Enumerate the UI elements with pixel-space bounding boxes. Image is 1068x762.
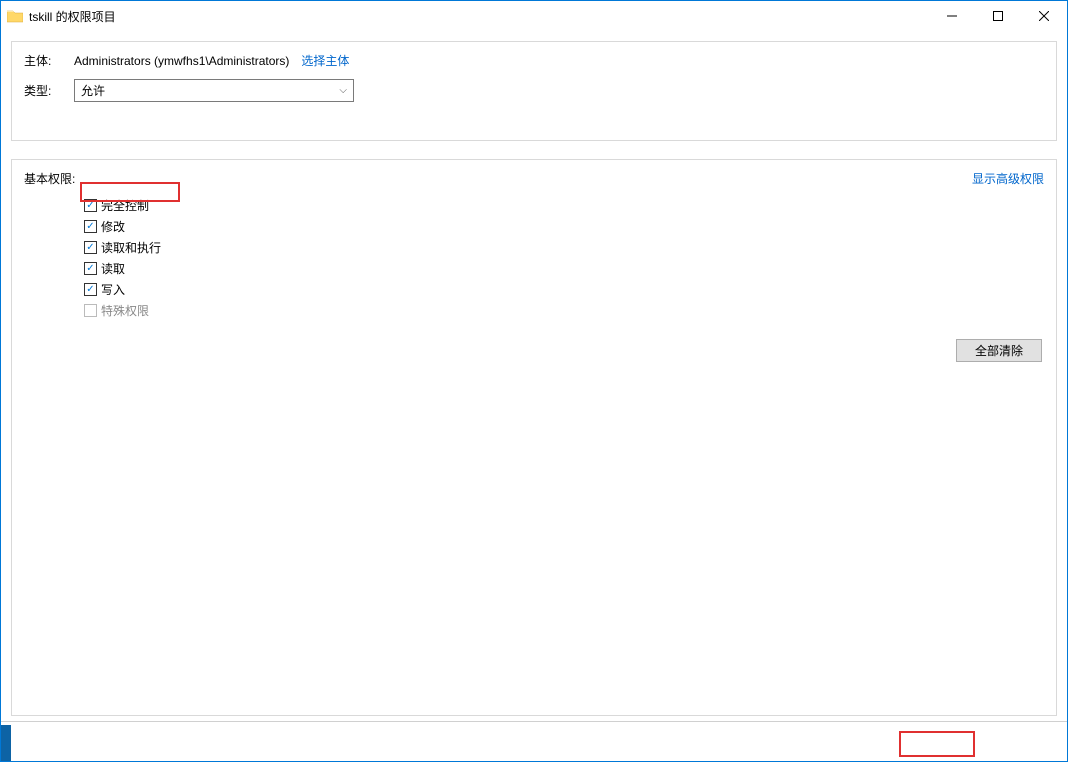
close-button[interactable] (1021, 1, 1067, 31)
checkbox-icon (84, 304, 97, 317)
clear-all-button[interactable]: 全部清除 (956, 339, 1042, 362)
principal-panel: 主体: Administrators (ymwfhs1\Administrato… (11, 41, 1057, 141)
bottom-bar (1, 721, 1067, 761)
content-area: 主体: Administrators (ymwfhs1\Administrato… (1, 31, 1067, 721)
perm-label: 修改 (101, 218, 125, 235)
perm-read-execute[interactable]: ✓ 读取和执行 (84, 237, 1044, 258)
perm-label: 写入 (101, 281, 125, 298)
window-title: tskill 的权限项目 (29, 8, 116, 25)
maximize-button[interactable] (975, 1, 1021, 31)
checkbox-icon[interactable]: ✓ (84, 220, 97, 233)
perm-label: 读取和执行 (101, 239, 161, 256)
perm-special: 特殊权限 (84, 300, 1044, 321)
folder-icon (7, 9, 23, 23)
clear-all-row: 全部清除 (24, 339, 1044, 362)
perm-full-control[interactable]: ✓ 完全控制 (84, 195, 1044, 216)
type-dropdown[interactable]: 允许 ⌵ (74, 79, 354, 102)
show-advanced-link[interactable]: 显示高级权限 (972, 170, 1044, 187)
select-principal-link[interactable]: 选择主体 (301, 52, 349, 69)
checkbox-icon[interactable]: ✓ (84, 262, 97, 275)
window-controls (929, 1, 1067, 31)
type-row: 类型: 允许 ⌵ (24, 79, 1044, 102)
checkbox-icon[interactable]: ✓ (84, 199, 97, 212)
principal-value: Administrators (ymwfhs1\Administrators) (74, 54, 289, 68)
principal-row: 主体: Administrators (ymwfhs1\Administrato… (24, 52, 1044, 69)
highlight-annotation-bottom (899, 731, 975, 757)
permissions-header: 基本权限: 显示高级权限 (24, 170, 1044, 187)
permissions-list: ✓ 完全控制 ✓ 修改 ✓ 读取和执行 ✓ 读取 ✓ 写入 (24, 195, 1044, 321)
checkbox-icon[interactable]: ✓ (84, 241, 97, 254)
minimize-button[interactable] (929, 1, 975, 31)
type-label: 类型: (24, 82, 74, 99)
perm-label: 完全控制 (101, 197, 149, 214)
titlebar-left: tskill 的权限项目 (7, 8, 116, 25)
basic-permissions-title: 基本权限: (24, 170, 75, 187)
chevron-down-icon: ⌵ (339, 85, 347, 96)
perm-write[interactable]: ✓ 写入 (84, 279, 1044, 300)
type-dropdown-value: 允许 (81, 82, 105, 99)
principal-label: 主体: (24, 52, 74, 69)
permission-entry-window: tskill 的权限项目 主体: Administrators (ymwfhs1… (0, 0, 1068, 762)
taskbar-edge (1, 725, 11, 761)
perm-read[interactable]: ✓ 读取 (84, 258, 1044, 279)
perm-modify[interactable]: ✓ 修改 (84, 216, 1044, 237)
checkbox-icon[interactable]: ✓ (84, 283, 97, 296)
permissions-panel: 基本权限: 显示高级权限 ✓ 完全控制 ✓ 修改 ✓ 读取和执行 ✓ (11, 159, 1057, 716)
perm-label: 特殊权限 (101, 302, 149, 319)
perm-label: 读取 (101, 260, 125, 277)
titlebar: tskill 的权限项目 (1, 1, 1067, 31)
